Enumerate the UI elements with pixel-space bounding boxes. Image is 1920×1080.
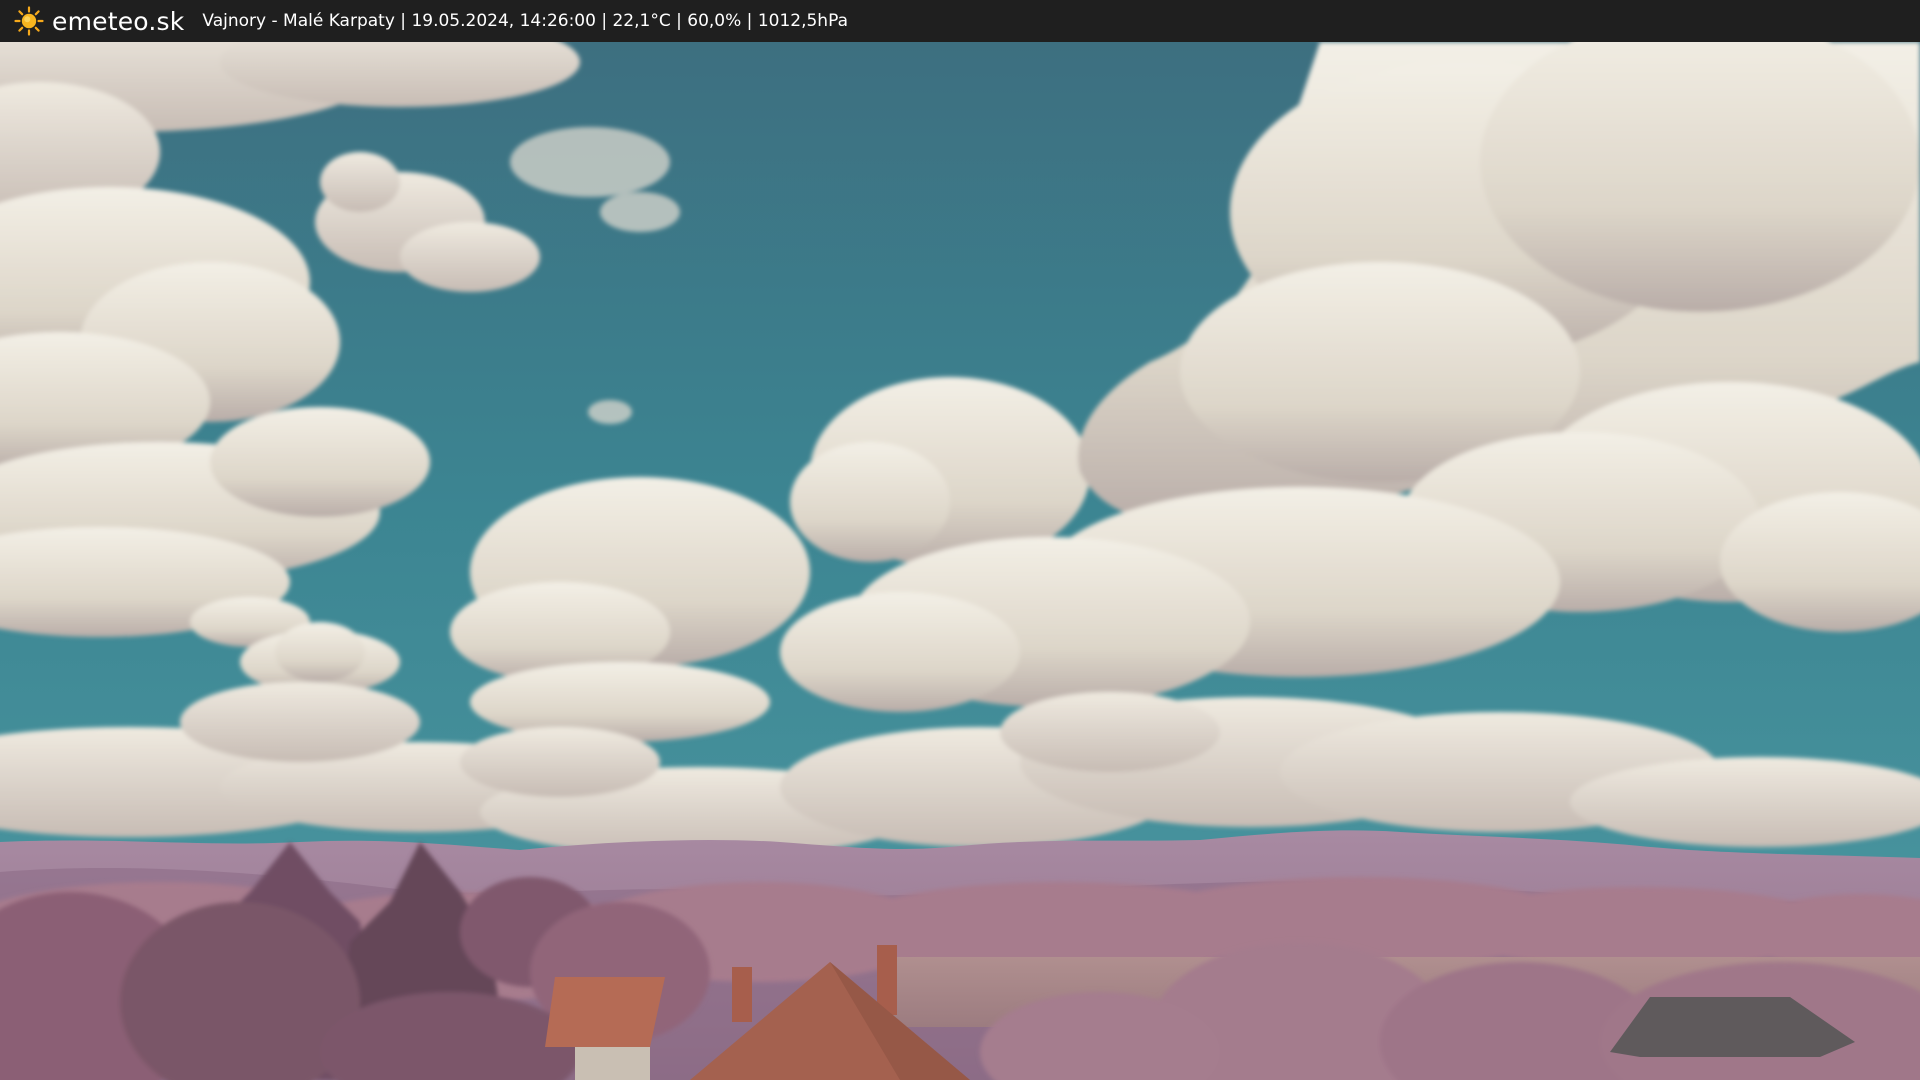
station-info: Vajnory - Malé Karpaty | 19.05.2024, 14:…	[202, 11, 848, 31]
webcam-scene	[0, 42, 1920, 1080]
brand-logo-text: emeteo.sk	[52, 6, 185, 36]
datetime: 19.05.2024, 14:26:00	[411, 11, 596, 31]
info-separator: |	[394, 11, 412, 31]
pressure: 1012,5hPa	[757, 11, 848, 31]
webcam-image	[0, 42, 1920, 1080]
info-separator: |	[741, 11, 758, 31]
station-name: Vajnory - Malé Karpaty	[202, 11, 395, 31]
top-bar: emeteo.sk Vajnory - Malé Karpaty | 19.05…	[0, 0, 1920, 42]
temperature: 22,1°C	[612, 11, 671, 31]
sun-icon	[14, 6, 44, 36]
info-separator: |	[595, 11, 613, 31]
humidity: 60,0%	[687, 11, 742, 31]
info-separator: |	[670, 11, 688, 31]
webcam-frame: emeteo.sk Vajnory - Malé Karpaty | 19.05…	[0, 0, 1920, 1080]
